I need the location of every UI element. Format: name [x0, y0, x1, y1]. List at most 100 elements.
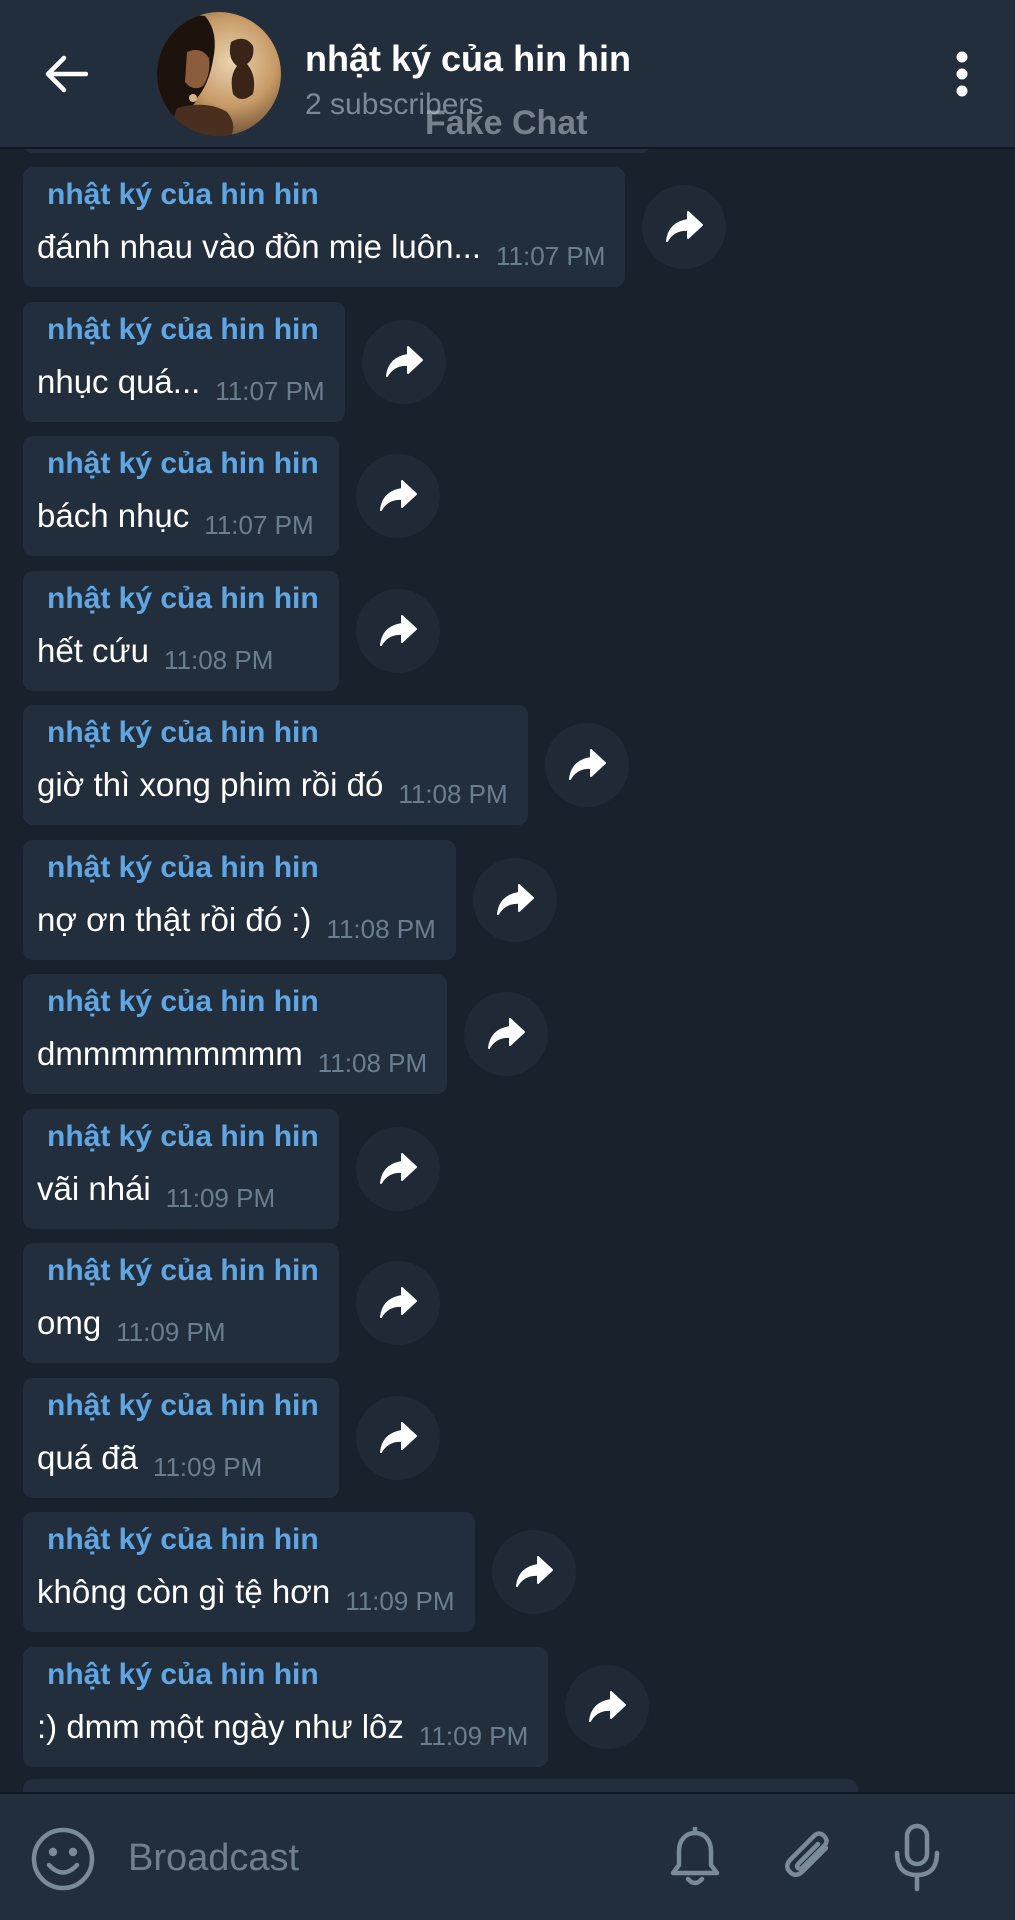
notifications-toggle-button[interactable]: [660, 1822, 730, 1894]
message-list[interactable]: nhật ký của hin hin đánh nhau vào đồn mịe…: [0, 147, 1015, 1792]
message-body: hết cứu 11:08 PM: [37, 621, 319, 681]
share-arrow-icon: [496, 884, 534, 915]
chat-screen: nhật ký của hin hin 2 subscribers Fake C…: [0, 0, 1015, 1920]
message-body: nhục quá... 11:07 PM: [37, 352, 325, 412]
message-sender[interactable]: nhật ký của hin hin: [47, 167, 605, 217]
message-sender[interactable]: nhật ký của hin hin: [47, 1378, 319, 1428]
share-arrow-icon: [379, 1287, 417, 1318]
message-sender[interactable]: nhật ký của hin hin: [47, 436, 319, 486]
message-sender[interactable]: nhật ký của hin hin: [47, 1512, 455, 1562]
chat-header: nhật ký của hin hin 2 subscribers Fake C…: [0, 0, 1015, 149]
message-time: 11:07 PM: [215, 376, 325, 406]
microphone-icon: [894, 1823, 940, 1892]
message-time: 11:07 PM: [204, 510, 314, 540]
share-arrow-icon: [379, 1422, 417, 1453]
chat-title[interactable]: nhật ký của hin hin: [305, 38, 631, 80]
message-bubble[interactable]: nhật ký của hin hin giờ thì xong phim rồi…: [23, 705, 528, 825]
message-time: 11:09 PM: [116, 1317, 226, 1347]
message-sender[interactable]: nhật ký của hin hin: [47, 1243, 319, 1293]
message-sender[interactable]: nhật ký của hin hin: [47, 705, 508, 755]
channel-avatar[interactable]: [157, 12, 281, 136]
share-message-button[interactable]: [355, 589, 440, 673]
message-text: omg: [37, 1304, 102, 1341]
share-message-button[interactable]: [565, 1665, 650, 1749]
share-message-button[interactable]: [355, 1261, 440, 1345]
avatar-photo: [157, 12, 281, 136]
message-bubble[interactable]: nhật ký của hin hin nhục quá... 11:07 PM: [23, 302, 345, 422]
message-row: nhật ký của hin hin bách nhục 11:07 PM: [23, 436, 440, 556]
message-sender[interactable]: nhật ký của hin hin: [47, 840, 436, 890]
message-row: nhật ký của hin hin nhục quá... 11:07 PM: [23, 302, 446, 422]
message-sender[interactable]: nhật ký của hin hin: [47, 1109, 319, 1159]
message-body: vãi nhái 11:09 PM: [37, 1159, 319, 1219]
share-message-button[interactable]: [472, 858, 557, 942]
message-row: nhật ký của hin hin dmmmmmmmmm 11:08 PM: [23, 974, 549, 1094]
message-time: 11:08 PM: [326, 914, 436, 944]
emoji-icon: [31, 1827, 95, 1891]
attach-button[interactable]: [770, 1822, 846, 1894]
share-message-button[interactable]: [355, 1396, 440, 1480]
message-text: dmmmmmmmmm: [37, 1035, 303, 1072]
watermark-text: Fake Chat: [425, 104, 588, 142]
message-time: 11:09 PM: [345, 1586, 455, 1616]
message-body: bách nhục 11:07 PM: [37, 486, 319, 546]
message-body: giờ thì xong phim rồi đó 11:08 PM: [37, 755, 508, 815]
message-bubble[interactable]: nhật ký của hin hin nợ ơn thật rồi đó :) 1…: [23, 840, 456, 960]
message-time: 11:09 PM: [165, 1183, 276, 1213]
message-row: nhật ký của hin hin:) dmm một ngày như l…: [23, 1647, 650, 1767]
message-text: đánh nhau vào đồn mịe luôn...: [37, 228, 482, 265]
message-bubble[interactable]: nhật ký của hin hin dmmmmmmmmm 11:08 PM: [23, 974, 448, 1094]
message-bubble[interactable]: nhật ký của hin hin không còn gì tệ hơn 11…: [23, 1512, 475, 1632]
message-row: nhật ký của hin hin không còn gì tệ hơn 11…: [23, 1512, 576, 1632]
message-text: bách nhục: [37, 497, 190, 534]
share-arrow-icon: [488, 1018, 526, 1049]
message-text: nhục quá...: [37, 363, 201, 400]
more-options-button[interactable]: [940, 44, 984, 104]
message-body: không còn gì tệ hơn 11:09 PM: [37, 1562, 455, 1622]
emoji-button[interactable]: [28, 1824, 98, 1894]
message-sender[interactable]: nhật ký của hin hin: [47, 302, 325, 352]
message-bubble[interactable]: nhật ký của hin hin vãi nhái 11:09 PM: [23, 1109, 339, 1229]
share-message-button[interactable]: [642, 185, 727, 269]
share-arrow-icon: [568, 749, 606, 780]
share-message-button[interactable]: [361, 320, 446, 404]
share-message-button[interactable]: [355, 1127, 440, 1211]
message-text: nợ ơn thật rồi đó :): [37, 901, 312, 938]
message-time: 11:08 PM: [317, 1048, 428, 1078]
share-message-button[interactable]: [491, 1530, 576, 1614]
message-bubble[interactable]: nhật ký của hin hin omg 11:09 PM: [23, 1243, 339, 1363]
message-text: quá đã: [37, 1439, 138, 1476]
message-row: nhật ký của hin hin đánh nhau vào đồn mịe…: [23, 167, 727, 287]
message-sender[interactable]: nhật ký của hin hin: [47, 1647, 528, 1697]
message-time: 11:09 PM: [152, 1452, 263, 1482]
share-arrow-icon: [379, 480, 417, 511]
message-body: dmmmmmmmmm 11:08 PM: [37, 1024, 427, 1084]
message-time: 11:07 PM: [496, 241, 606, 271]
share-arrow-icon: [515, 1556, 553, 1587]
share-message-button[interactable]: [355, 454, 440, 538]
message-bubble[interactable]: nhật ký của hin hin đánh nhau vào đồn mịe…: [23, 167, 626, 287]
message-body: quá đã 11:09 PM: [37, 1428, 319, 1488]
message-bubble[interactable]: nhật ký của hin hin:) dmm một ngày như l…: [23, 1647, 549, 1767]
broadcast-input[interactable]: [128, 1822, 628, 1894]
share-message-button[interactable]: [464, 992, 549, 1076]
message-bubble[interactable]: nhật ký của hin hin bách nhục 11:07 PM: [23, 436, 339, 556]
message-time: 11:09 PM: [418, 1721, 529, 1751]
back-button[interactable]: [36, 44, 96, 104]
message-row: nhật ký của hin hin nợ ơn thật rồi đó :) 1…: [23, 840, 557, 960]
message-body: nợ ơn thật rồi đó :) 11:08 PM: [37, 890, 436, 950]
message-time: 11:08 PM: [164, 645, 274, 675]
bell-icon: [670, 1827, 720, 1886]
message-row: nhật ký của hin hin omg 11:09 PM: [23, 1243, 440, 1363]
share-message-button[interactable]: [544, 723, 629, 807]
message-bubble[interactable]: nhật ký của hin hin hết cứu 11:08 PM: [23, 571, 339, 691]
arrow-left-icon: [45, 55, 88, 93]
partial-message-bubble: [23, 1779, 858, 1792]
message-sender[interactable]: nhật ký của hin hin: [47, 571, 319, 621]
message-sender[interactable]: nhật ký của hin hin: [47, 974, 427, 1024]
message-body: :) dmm một ngày như lôz 11:09 PM: [37, 1697, 528, 1757]
paperclip-icon: [785, 1831, 829, 1877]
message-bubble[interactable]: nhật ký của hin hin quá đã 11:09 PM: [23, 1378, 339, 1498]
share-arrow-icon: [379, 1153, 417, 1184]
voice-message-button[interactable]: [882, 1820, 952, 1896]
